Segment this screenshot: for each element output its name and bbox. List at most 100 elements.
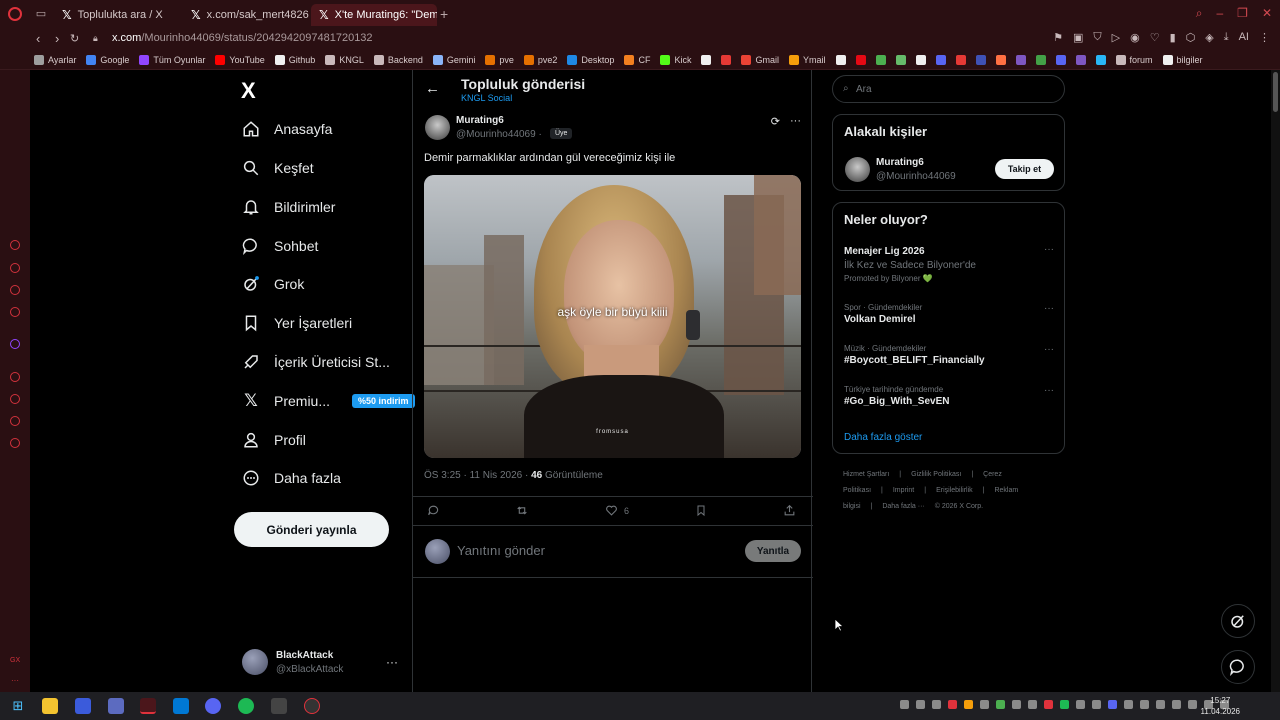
bookmark-item[interactable]: Google <box>86 54 129 65</box>
bookmark-item[interactable] <box>935 54 946 65</box>
more-icon[interactable]: ··· <box>386 655 398 669</box>
tray-icon[interactable] <box>916 700 925 709</box>
sidebar-more-icon[interactable]: ··· <box>11 676 19 685</box>
sidebar-gx-icon[interactable]: GX <box>10 657 20 664</box>
bookmark-item[interactable]: bilgiler <box>1162 54 1203 65</box>
bookmark-item[interactable]: YouTube <box>215 54 265 65</box>
app-icon[interactable] <box>108 698 124 714</box>
spotify-icon[interactable] <box>238 698 254 714</box>
tray-icon[interactable] <box>1028 700 1037 709</box>
bookmark-item[interactable] <box>1015 54 1026 65</box>
app-icon[interactable] <box>304 698 320 714</box>
account-switcher[interactable]: BlackAttack @xBlackAttack ··· <box>242 649 402 679</box>
tab-menu-icon[interactable]: ▭ <box>34 7 48 21</box>
reload-icon[interactable]: ↻ <box>70 32 79 45</box>
nav-home[interactable]: Anasayfa <box>242 117 332 141</box>
tray-icon[interactable] <box>1156 700 1165 709</box>
app-icon[interactable] <box>75 698 91 714</box>
download-icon[interactable]: ⤓ <box>1224 31 1229 44</box>
tray-icon[interactable] <box>964 700 973 709</box>
tab-1[interactable]: 𝕏 x.com/sak_mert48260/sta <box>183 4 309 26</box>
tray-icon[interactable] <box>1108 700 1117 709</box>
bookmark-item[interactable] <box>915 54 926 65</box>
footer-link[interactable]: Hizmet Şartları <box>843 471 889 478</box>
minimize-icon[interactable]: – <box>1216 6 1223 21</box>
sidebar-twitch-icon[interactable] <box>10 339 20 349</box>
snapshot-icon[interactable]: ◉ <box>1130 31 1140 44</box>
nav-creator-studio[interactable]: İçerik Üreticisi St... <box>242 350 390 374</box>
opera-logo-icon[interactable] <box>8 7 22 21</box>
reply-icon[interactable] <box>427 504 440 517</box>
tab-0[interactable]: 𝕏 Toplulukta ara / X <box>54 4 182 26</box>
grok-fab-button[interactable] <box>1221 604 1255 638</box>
bookmark-item[interactable]: Ayarlar <box>34 54 76 65</box>
search-input[interactable]: ⌕ Ara <box>832 75 1065 103</box>
bookmark-item[interactable] <box>895 54 906 65</box>
author-name[interactable]: Murating6 <box>456 115 504 126</box>
sidebar-settings-icon[interactable] <box>10 438 20 448</box>
more-icon[interactable]: ··· <box>1044 303 1054 314</box>
nav-premium[interactable]: 𝕏 Premiu... %50 indirim <box>242 389 415 413</box>
close-icon[interactable]: ✕ <box>1262 6 1272 21</box>
messages-fab-button[interactable] <box>1221 650 1255 684</box>
x-logo[interactable]: X <box>241 78 256 104</box>
vscode-icon[interactable] <box>173 698 189 714</box>
bookmark-item[interactable] <box>955 54 966 65</box>
extensions-icon[interactable]: ⬡ <box>1186 31 1196 44</box>
tab-2-active[interactable]: 𝕏 X'te Murating6: "Demi <box>311 4 437 26</box>
sidebar-history-icon[interactable] <box>10 394 20 404</box>
play-icon[interactable]: ▷ <box>1112 31 1120 44</box>
bookmark-icon[interactable] <box>695 504 707 517</box>
sidebar-player-icon[interactable] <box>10 372 20 382</box>
forward-icon[interactable]: › <box>55 31 59 46</box>
bookmark-page-icon[interactable]: ⚑ <box>1053 31 1063 44</box>
tray-icon[interactable] <box>1044 700 1053 709</box>
bookmark-item[interactable]: Ymail <box>788 54 826 65</box>
sidebar-bag-icon[interactable] <box>10 263 20 273</box>
url-field[interactable]: x.com/Mourinho44069/status/2042942097481… <box>112 32 373 44</box>
tray-icon[interactable] <box>1092 700 1101 709</box>
author-handle[interactable]: @Mourinho44069 <box>456 129 536 140</box>
more-icon[interactable]: ··· <box>1044 385 1054 396</box>
maximize-icon[interactable]: ❐ <box>1237 6 1248 21</box>
bookmark-item[interactable] <box>1035 54 1046 65</box>
trend-item[interactable]: Menajer Lig 2026 İlk Kez ve Sadece Bilyo… <box>844 244 1054 283</box>
bookmark-item[interactable] <box>995 54 1006 65</box>
bookmark-item[interactable] <box>875 54 886 65</box>
trend-item[interactable]: Spor · Gündemdekiler Volkan Demirel ··· <box>844 303 1054 325</box>
tray-icon[interactable] <box>932 700 941 709</box>
nav-profile[interactable]: Profil <box>242 428 306 452</box>
bookmark-item[interactable]: Kick <box>660 54 691 65</box>
tray-icon[interactable] <box>996 700 1005 709</box>
search-tabs-icon[interactable]: ⌕ <box>1196 6 1203 21</box>
footer-link[interactable]: Gizlilik Politikası <box>911 471 961 478</box>
author-avatar[interactable] <box>425 115 450 140</box>
footer-link[interactable]: Imprint <box>893 487 914 494</box>
tray-icon[interactable] <box>900 700 909 709</box>
back-arrow-icon[interactable]: ← <box>425 80 440 97</box>
bookmark-item[interactable]: CF <box>624 54 650 65</box>
file-explorer-icon[interactable] <box>42 698 58 714</box>
bookmark-item[interactable] <box>855 54 866 65</box>
stats-icon[interactable]: ▮ <box>1170 31 1176 44</box>
more-icon[interactable]: ··· <box>1044 244 1054 255</box>
community-link[interactable]: KNGL Social <box>461 93 512 103</box>
page-scrollbar[interactable] <box>1271 70 1280 692</box>
heart-icon[interactable]: ♡ <box>1150 31 1160 44</box>
vpn-icon[interactable]: ◈ <box>1205 31 1213 44</box>
bookmark-item[interactable] <box>975 54 986 65</box>
bookmark-item[interactable]: Github <box>274 54 315 65</box>
like-button[interactable]: 6 <box>605 504 629 517</box>
trend-item[interactable]: Türkiye tarihinde gündemde #Go_Big_With_… <box>844 385 1054 407</box>
more-icon[interactable]: ··· <box>790 115 801 128</box>
bookmark-item[interactable]: forum <box>1115 54 1153 65</box>
tray-icon[interactable] <box>980 700 989 709</box>
nav-more[interactable]: Daha fazla <box>242 466 341 490</box>
bookmark-item[interactable] <box>1055 54 1066 65</box>
bookmark-item[interactable]: Gemini <box>432 54 475 65</box>
tray-icon[interactable] <box>1124 700 1133 709</box>
bookmark-item[interactable] <box>721 54 732 65</box>
nav-messages[interactable]: Sohbet <box>242 234 318 258</box>
show-more-link[interactable]: Daha fazla göster <box>844 432 922 443</box>
reply-input[interactable]: Yanıtını gönder <box>457 543 545 558</box>
